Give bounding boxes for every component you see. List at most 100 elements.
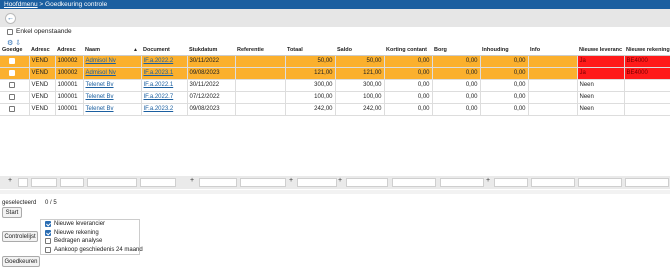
- add-filter-icon[interactable]: +: [486, 177, 490, 184]
- cell-stukdatum: 09/08/2023: [187, 103, 236, 116]
- filter-input[interactable]: [440, 178, 484, 187]
- filter-input[interactable]: [60, 178, 84, 187]
- option-nieuwe-rekening[interactable]: Nieuwe rekening: [42, 229, 143, 238]
- cell-korting: 0,00: [384, 55, 433, 68]
- column-header[interactable]: Nieuwe rekening: [624, 45, 670, 56]
- cell-totaal: 50,00: [285, 55, 336, 68]
- sort-ascending-icon[interactable]: ▲: [133, 47, 138, 53]
- filter-input[interactable]: [392, 178, 436, 187]
- cell-saldo: 300,00: [335, 79, 385, 92]
- cell-inhouding: 0,00: [480, 79, 529, 92]
- document-link[interactable]: IF.a.2023.1: [144, 70, 174, 76]
- column-header[interactable]: Document: [141, 45, 187, 56]
- table-row[interactable]: VEND 100002 Admisol Nv IF.a.2023.1 09/08/202…: [0, 67, 670, 80]
- row-select-cell[interactable]: [0, 91, 30, 104]
- row-checkbox[interactable]: [9, 57, 15, 64]
- add-filter-icon[interactable]: +: [289, 177, 293, 184]
- column-header[interactable]: Borg: [432, 45, 480, 56]
- naam-link[interactable]: Telenet Bv: [86, 94, 114, 100]
- column-header[interactable]: Adresc: [29, 45, 55, 56]
- naam-link[interactable]: Telenet Bv: [86, 82, 114, 88]
- filter-input[interactable]: [625, 178, 669, 187]
- horizontal-scrollbar[interactable]: [0, 190, 670, 194]
- column-header[interactable]: Saldo: [335, 45, 384, 56]
- row-select-cell[interactable]: [0, 55, 30, 68]
- column-header[interactable]: Inhouding: [480, 45, 528, 56]
- cell-referentie: [235, 79, 286, 92]
- cell-stukdatum: 09/08/2023: [187, 67, 236, 80]
- filter-input[interactable]: [87, 178, 137, 187]
- goedkeuren-button[interactable]: Goedkeuren: [2, 256, 40, 267]
- document-link[interactable]: IF.a.2022.7: [144, 94, 174, 100]
- row-checkbox[interactable]: [9, 81, 15, 88]
- add-filter-icon[interactable]: +: [8, 177, 12, 184]
- row-checkbox[interactable]: [9, 105, 15, 112]
- option-checkbox[interactable]: [45, 246, 51, 253]
- empty-row: [0, 151, 670, 163]
- filter-input[interactable]: [240, 178, 286, 187]
- naam-link[interactable]: Admisol Nv: [86, 58, 116, 64]
- start-button[interactable]: Start: [2, 207, 22, 218]
- filter-input[interactable]: [346, 178, 388, 187]
- column-header[interactable]: Korting contant: [384, 45, 432, 56]
- add-filter-icon[interactable]: +: [338, 177, 342, 184]
- row-select-cell[interactable]: [0, 103, 30, 116]
- controlelijst-button[interactable]: Controlelijst: [2, 231, 38, 242]
- cell-stukdatum: 07/12/2022: [187, 91, 236, 104]
- document-link[interactable]: IF.a.2022.2: [144, 58, 174, 64]
- table-row[interactable]: VEND 100001 Telenet Bv IF.a.2022.1 30/11/202…: [0, 79, 670, 92]
- filter-input[interactable]: [140, 178, 176, 187]
- cell-borg: 0,00: [432, 55, 481, 68]
- column-header[interactable]: Naam ▲: [83, 45, 141, 56]
- cell-totaal: 300,00: [285, 79, 336, 92]
- filter-input[interactable]: [297, 178, 337, 187]
- filter-openstaande-checkbox[interactable]: [7, 28, 13, 35]
- filter-input[interactable]: [18, 178, 28, 187]
- filter-openstaande[interactable]: Enkel openstaande: [4, 28, 72, 35]
- column-header[interactable]: Adresc: [55, 45, 83, 56]
- filter-input[interactable]: [31, 178, 57, 187]
- row-checkbox[interactable]: [9, 93, 15, 100]
- back-arrow-icon[interactable]: ←: [5, 13, 16, 24]
- cell-borg: 0,00: [432, 67, 481, 80]
- naam-link[interactable]: Admisol Nv: [86, 70, 116, 76]
- document-link[interactable]: IF.a.2022.1: [144, 82, 174, 88]
- cell-inhouding: 0,00: [480, 103, 529, 116]
- cell-info: [528, 91, 578, 104]
- row-select-cell[interactable]: [0, 67, 30, 80]
- column-header[interactable]: Info: [528, 45, 577, 56]
- option-bedragen-analyse[interactable]: Bedragen analyse: [42, 237, 143, 246]
- cell-naam: Telenet Bv: [83, 79, 142, 92]
- filter-input[interactable]: [531, 178, 575, 187]
- table-row[interactable]: VEND 100002 Admisol Nv IF.a.2022.2 30/11/202…: [0, 55, 670, 68]
- naam-link[interactable]: Telenet Bv: [86, 106, 114, 112]
- column-header[interactable]: Goedge: [0, 45, 29, 56]
- table-row[interactable]: VEND 100001 Telenet Bv IF.a.2023.2 09/08/202…: [0, 103, 670, 116]
- option-checkbox[interactable]: [45, 229, 51, 236]
- cell-saldo: 121,00: [335, 67, 385, 80]
- column-header[interactable]: Referentie: [235, 45, 285, 56]
- column-header[interactable]: Nieuwe leveranc: [577, 45, 624, 56]
- add-filter-icon[interactable]: +: [190, 177, 194, 184]
- cell-referentie: [235, 55, 286, 68]
- column-header[interactable]: Totaal: [285, 45, 335, 56]
- cell-info: [528, 55, 578, 68]
- cell-adres2: 100001: [55, 79, 84, 92]
- column-header[interactable]: Stukdatum: [187, 45, 235, 56]
- option-nieuwe-leverancier[interactable]: Nieuwe leverancier: [42, 220, 143, 229]
- table-row[interactable]: VEND 100001 Telenet Bv IF.a.2022.7 07/12/202…: [0, 91, 670, 104]
- filter-input[interactable]: [578, 178, 622, 187]
- filter-input[interactable]: [199, 178, 237, 187]
- option-aankoop-geschiedenis[interactable]: Aankoop geschiedenis 24 maand: [42, 246, 143, 255]
- breadcrumb-home-link[interactable]: Hoofdmenu: [4, 1, 38, 8]
- row-checkbox[interactable]: [9, 69, 15, 76]
- filter-input[interactable]: [494, 178, 528, 187]
- option-checkbox[interactable]: [45, 221, 51, 227]
- document-link[interactable]: IF.a.2023.2: [144, 106, 174, 112]
- cell-document: IF.a.2023.2: [141, 103, 188, 116]
- cell-naam: Admisol Nv: [83, 55, 142, 68]
- invoice-table: Goedge Adresc Adresc Naam ▲ Document Stukdatum…: [0, 45, 670, 175]
- row-select-cell[interactable]: [0, 79, 30, 92]
- option-checkbox[interactable]: [45, 238, 51, 244]
- cell-adres1: VEND: [29, 79, 56, 92]
